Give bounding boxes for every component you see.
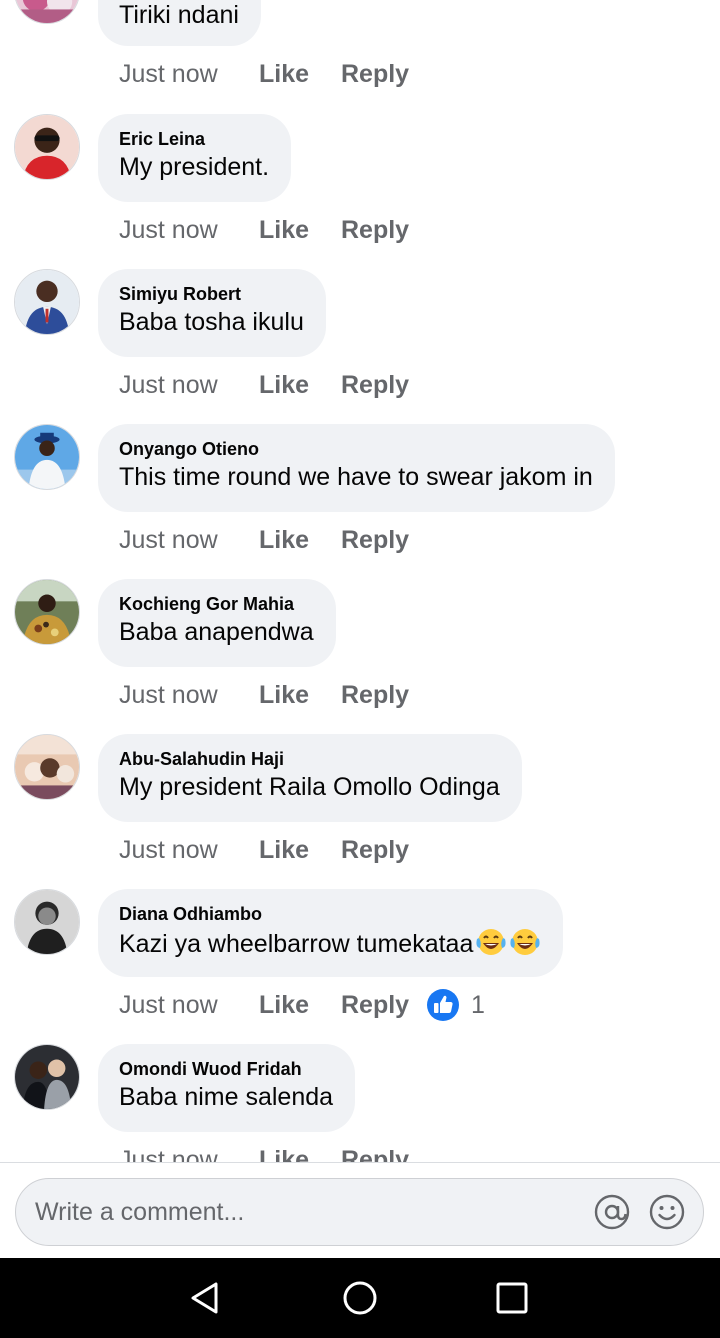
comment-bubble: Omondi Wuod Fridah Baba nime salenda xyxy=(98,1044,356,1132)
comment-item: Diana Odhiambo Kazi ya wheelbarrow tumek… xyxy=(0,889,720,1044)
comment-bubble: Tiriki ndani xyxy=(98,0,261,46)
comment-author[interactable]: Omondi Wuod Fridah xyxy=(119,1058,333,1080)
face-with-tears-of-joy-icon xyxy=(510,929,540,955)
comment-author[interactable]: Simiyu Robert xyxy=(119,283,304,305)
comment-actions: Just now Like Reply xyxy=(119,54,425,94)
comment-text: Kazi ya wheelbarrow tumekataa xyxy=(119,927,541,959)
comment-text: My president. xyxy=(119,153,270,181)
reply-button[interactable]: Reply xyxy=(341,371,425,400)
reaction-count: 1 xyxy=(471,990,485,1019)
avatar[interactable] xyxy=(14,114,80,180)
like-button[interactable]: Like xyxy=(259,1146,341,1163)
avatar[interactable] xyxy=(14,579,80,645)
comment-bubble: Kochieng Gor Mahia Baba anapendwa xyxy=(98,579,336,667)
comment-item: Eric Leina My president. Just now Like R… xyxy=(0,114,720,269)
reply-button[interactable]: Reply xyxy=(341,1146,425,1163)
comment-actions: Just now Like Reply xyxy=(119,675,425,715)
comment-actions: Just now Like Reply 1 xyxy=(119,985,485,1025)
comment-actions: Just now Like Reply xyxy=(119,1140,425,1163)
back-triangle-icon xyxy=(191,1282,218,1314)
avatar[interactable] xyxy=(14,734,80,800)
comment-actions: Just now Like Reply xyxy=(119,365,425,405)
comment-time: Just now xyxy=(119,59,218,88)
comment-text: My president Raila Omollo Odinga xyxy=(119,773,500,801)
like-button[interactable]: Like xyxy=(259,836,341,865)
like-button[interactable]: Like xyxy=(259,60,341,89)
comment-bubble: Eric Leina My president. xyxy=(98,114,292,202)
reply-button[interactable]: Reply xyxy=(341,991,425,1020)
comment-time: Just now xyxy=(119,835,218,864)
system-navigation-bar xyxy=(0,1258,720,1338)
comment-time: Just now xyxy=(119,370,218,399)
avatar[interactable] xyxy=(14,1044,80,1110)
comment-bubble: Abu-Salahudin Haji My president Raila Om… xyxy=(98,734,522,822)
back-button[interactable] xyxy=(186,1278,226,1318)
reply-button[interactable]: Reply xyxy=(341,526,425,555)
like-reaction-icon xyxy=(427,989,459,1021)
comment-actions: Just now Like Reply xyxy=(119,830,425,870)
home-circle-icon xyxy=(343,1281,377,1315)
reply-button[interactable]: Reply xyxy=(341,216,425,245)
comment-author[interactable]: Onyango Otieno xyxy=(119,438,593,460)
comment-input[interactable] xyxy=(16,1181,593,1243)
comment-author[interactable]: Kochieng Gor Mahia xyxy=(119,593,314,615)
comment-box[interactable] xyxy=(15,1178,704,1246)
comments-list: Tiriki ndani Just now Like Reply Eric Le… xyxy=(0,0,720,1162)
comment-item: Kochieng Gor Mahia Baba anapendwa Just n… xyxy=(0,579,720,734)
comment-time: Just now xyxy=(119,680,218,709)
home-button[interactable] xyxy=(340,1278,380,1318)
comment-time: Just now xyxy=(119,215,218,244)
comment-text: Baba anapendwa xyxy=(119,618,314,646)
comment-bubble: Onyango Otieno This time round we have t… xyxy=(98,424,615,512)
comment-text: Baba tosha ikulu xyxy=(119,308,304,336)
recents-button[interactable] xyxy=(492,1278,532,1318)
comment-item: Onyango Otieno This time round we have t… xyxy=(0,424,720,579)
like-button[interactable]: Like xyxy=(259,371,341,400)
comment-text: Baba nime salenda xyxy=(119,1083,334,1111)
comment-bubble: Simiyu Robert Baba tosha ikulu xyxy=(98,269,326,357)
reply-button[interactable]: Reply xyxy=(341,60,425,89)
comment-time: Just now xyxy=(119,525,218,554)
comment-text-content: Kazi ya wheelbarrow tumekataa xyxy=(119,930,474,958)
comment-text: This time round we have to swear jakom i… xyxy=(119,463,593,491)
like-button[interactable]: Like xyxy=(259,991,341,1020)
avatar[interactable] xyxy=(14,0,80,24)
comment-actions: Just now Like Reply xyxy=(119,210,425,250)
avatar[interactable] xyxy=(14,269,80,335)
avatar[interactable] xyxy=(14,424,80,490)
comment-bubble: Diana Odhiambo Kazi ya wheelbarrow tumek… xyxy=(98,889,564,977)
comment-item: Omondi Wuod Fridah Baba nime salenda Jus… xyxy=(0,1044,720,1162)
like-button[interactable]: Like xyxy=(259,216,341,245)
comment-actions: Just now Like Reply xyxy=(119,520,425,560)
comment-time: Just now xyxy=(119,990,218,1019)
comment-author[interactable]: Diana Odhiambo xyxy=(119,903,541,925)
mention-icon[interactable] xyxy=(593,1193,631,1231)
like-button[interactable]: Like xyxy=(259,526,341,555)
reply-button[interactable]: Reply xyxy=(341,836,425,865)
like-button[interactable]: Like xyxy=(259,681,341,710)
comment-text: Tiriki ndani xyxy=(119,1,239,29)
reaction-summary[interactable]: 1 xyxy=(427,989,485,1021)
comment-author[interactable]: Abu-Salahudin Haji xyxy=(119,748,500,770)
comment-time: Just now xyxy=(119,1145,218,1163)
comment-item: Abu-Salahudin Haji My president Raila Om… xyxy=(0,734,720,889)
avatar[interactable] xyxy=(14,889,80,955)
comment-author[interactable]: Eric Leina xyxy=(119,128,269,150)
recents-square-icon xyxy=(496,1282,528,1314)
face-with-tears-of-joy-icon xyxy=(476,929,506,955)
reply-button[interactable]: Reply xyxy=(341,681,425,710)
emoji-icon[interactable] xyxy=(648,1193,686,1231)
comment-item: Tiriki ndani Just now Like Reply xyxy=(0,0,720,113)
comment-item: Simiyu Robert Baba tosha ikulu Just now … xyxy=(0,269,720,424)
comment-composer xyxy=(0,1162,720,1258)
